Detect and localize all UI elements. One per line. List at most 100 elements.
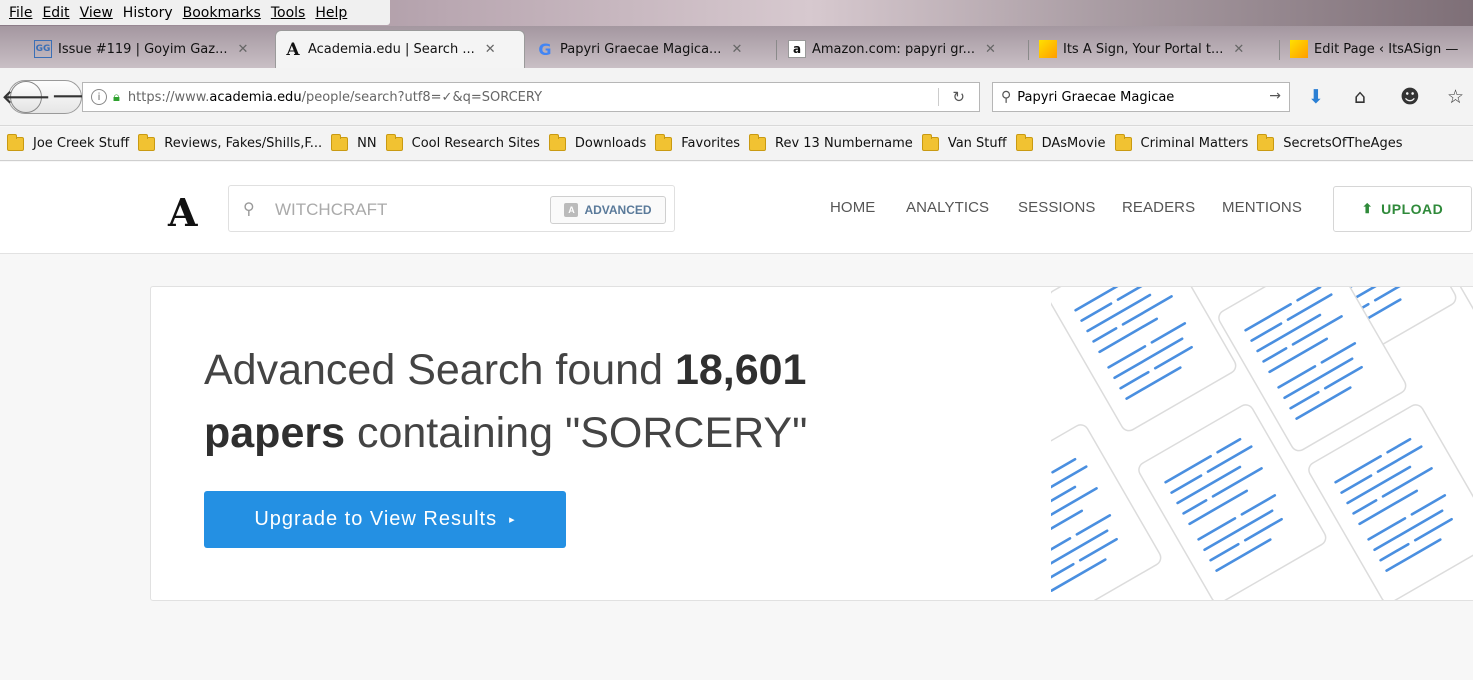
home-icon[interactable]: ⌂ [1354,86,1366,108]
search-result-card: Advanced Search found 18,601 papers conta… [150,286,1473,601]
tab-amazon[interactable]: a Amazon.com: papyri gr... ✕ [780,32,1026,66]
tab-edit-page[interactable]: Edit Page ‹ ItsASign — [1282,32,1473,66]
bookmark-label: SecretsOfTheAges [1283,136,1403,151]
nav-readers[interactable]: READERS [1122,199,1195,216]
menu-edit[interactable]: Edit [37,5,74,21]
bookmark-folder[interactable]: DAsMovie [1015,133,1106,151]
bookmark-label: Favorites [681,136,740,151]
close-icon[interactable]: ✕ [985,42,996,57]
menu-bookmarks[interactable]: Bookmarks [178,5,266,21]
folder-icon [1114,133,1132,151]
tab-goyim[interactable]: GG Issue #119 | Goyim Gaz... ✕ [26,32,272,66]
bookmark-folder[interactable]: Cool Research Sites [385,133,540,151]
site-search-input[interactable]: WITCHCRAFT [275,200,387,220]
academia-logo[interactable]: A [168,190,197,235]
bookmark-star-icon[interactable]: ☆ [1447,86,1464,108]
bookmark-folder[interactable]: NN [331,133,377,151]
back-arrow-icon: 🡐 [1,86,51,108]
tab-papyri[interactable]: G Papyri Graecae Magica... ✕ [528,32,774,66]
bookmark-folder[interactable]: Reviews, Fakes/Shills,F... [138,133,323,151]
search-icon: ⚲ [1001,89,1012,105]
search-go-icon[interactable]: → [1269,88,1281,104]
menu-bookmarks-label: Bookmarks [182,4,261,21]
url-prefix: https://www. [127,89,210,105]
bookmark-folder[interactable]: Downloads [548,133,647,151]
tab-separator [776,40,777,60]
bookmark-label: Cool Research Sites [411,136,540,151]
folder-icon [138,133,156,151]
info-icon[interactable]: i [91,89,107,105]
tab-title: Papyri Graecae Magica... [560,41,722,57]
upload-label: UPLOAD [1381,201,1444,217]
advanced-search-button[interactable]: A ADVANCED [550,196,666,224]
bookmark-label: Rev 13 Numbername [775,136,913,151]
menu-edit-label: Edit [42,4,70,21]
bookmark-folder[interactable]: Joe Creek Stuff [7,133,130,151]
amazon-icon: a [788,40,806,58]
menu-file-label: File [9,4,33,21]
menu-help-label: Help [315,4,348,21]
headline-prefix: Advanced Search found [204,346,675,394]
bookmark-folder[interactable]: Criminal Matters [1114,133,1248,151]
menu-view-label: View [79,4,113,21]
headline-papers: papers [204,409,346,457]
download-icon[interactable]: ⬇ [1308,86,1324,108]
site-search-box[interactable]: ⚲ WITCHCRAFT A ADVANCED [228,185,675,232]
folder-icon [1257,133,1275,151]
tab-itsasign[interactable]: Its A Sign, Your Portal t... ✕ [1031,32,1277,66]
bookmark-label: Joe Creek Stuff [33,136,130,151]
menu-help[interactable]: Help [310,5,352,21]
back-button[interactable]: 🡐 [2,81,50,113]
upgrade-label: Upgrade to View Results [254,508,498,530]
browser-search-query[interactable]: Papyri Graecae Magicae [1017,90,1174,105]
nav-analytics[interactable]: ANALYTICS [906,199,989,216]
menu-view[interactable]: View [75,5,118,21]
url-domain: academia.edu [209,89,302,105]
bookmark-label: NN [357,136,377,151]
close-icon[interactable]: ✕ [1233,42,1244,57]
menu-history[interactable]: History [118,5,178,21]
menu-bar-items: File Edit View History Bookmarks Tools H… [0,0,390,25]
folder-icon [548,133,566,151]
navigation-bar: 🡐 🡒 i 🔒︎ https://www.academia.edu/people… [0,68,1473,126]
tab-title: Edit Page ‹ ItsASign — [1314,41,1459,57]
menu-tools[interactable]: Tools [266,5,311,21]
folder-icon [1015,133,1033,151]
upgrade-button[interactable]: Upgrade to View Results ▸ [204,491,566,548]
reload-icon[interactable]: ↻ [952,88,965,106]
browser-search-bar[interactable]: ⚲ Papyri Graecae Magicae → [992,82,1290,112]
nav-home[interactable]: HOME [830,199,875,216]
tab-academia[interactable]: A Academia.edu | Search ... ✕ [275,30,525,68]
folder-icon [385,133,403,151]
bookmarks-toolbar: Joe Creek Stuff Reviews, Fakes/Shills,F.… [0,127,1473,161]
url-text[interactable]: https://www.academia.edu/people/search?u… [128,90,542,105]
nav-sessions[interactable]: SESSIONS [1018,199,1096,216]
close-icon[interactable]: ✕ [731,42,742,57]
folder-icon [331,133,349,151]
chat-icon[interactable]: ☻ [1400,86,1420,108]
nav-mentions[interactable]: MENTIONS [1222,199,1302,216]
folder-icon [749,133,766,151]
upload-arrow-icon: ⬆ [1361,201,1374,216]
paper-sheet [1051,420,1165,600]
address-bar[interactable]: i 🔒︎ https://www.academia.edu/people/sea… [82,82,980,112]
bookmark-label: Reviews, Fakes/Shills,F... [164,136,323,151]
bookmark-label: Downloads [574,136,647,151]
close-icon[interactable]: ✕ [485,42,496,57]
academia-icon: A [286,39,300,60]
result-headline: Advanced Search found 18,601 papers conta… [204,339,884,465]
menu-file[interactable]: File [4,5,37,21]
url-path: /people/search?utf8=✓&q=SORCERY [301,89,543,105]
result-count: 18,601 [674,346,807,394]
bookmark-folder[interactable]: SecretsOfTheAges [1257,133,1403,151]
bookmark-folder[interactable]: Van Stuff [921,133,1007,151]
folder-icon [655,133,673,151]
menu-bar: File Edit View History Bookmarks Tools H… [0,0,1473,26]
academia-small-icon: A [564,203,579,217]
itsasign-icon [1039,40,1057,58]
close-icon[interactable]: ✕ [238,42,249,57]
lock-icon[interactable]: 🔒︎ [113,90,120,105]
bookmark-folder[interactable]: Favorites [655,133,740,151]
bookmark-folder[interactable]: Rev 13 Numbername [749,133,913,151]
upload-button[interactable]: ⬆ UPLOAD [1333,186,1472,232]
